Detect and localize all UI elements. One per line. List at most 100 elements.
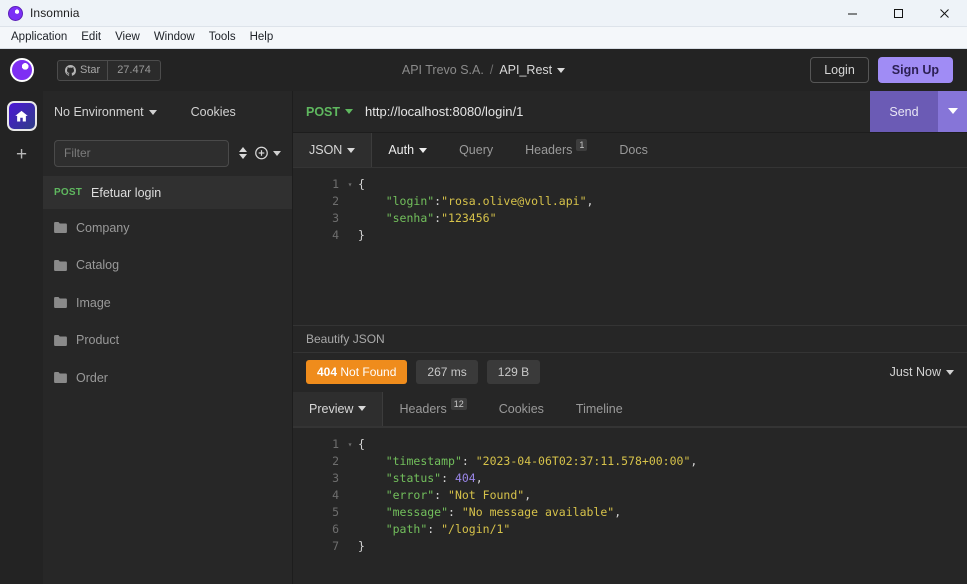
url-input[interactable]: http://localhost:8080/login/1 <box>353 91 870 132</box>
chevron-down-icon[interactable] <box>557 68 566 74</box>
github-star-button[interactable]: Star 27.474 <box>57 59 161 81</box>
line-number: 5 <box>332 504 339 519</box>
tab-auth[interactable]: Auth <box>372 133 443 167</box>
request-body-editor[interactable]: 1 ▾{2 "login":"rosa.olive@voll.api", 3 "se… <box>293 168 967 325</box>
response-body-viewer[interactable]: 1 ▾{2 "timestamp": "2023-04-06T02:37:11.5… <box>293 426 967 584</box>
plus-icon[interactable]: + <box>16 145 27 164</box>
line-number: 1 <box>332 436 339 451</box>
github-icon <box>65 64 76 76</box>
sidebar-folder-image[interactable]: Image <box>43 284 292 322</box>
fold-toggle-icon[interactable]: ▾ <box>345 436 355 453</box>
app-topbar-left: Star 27.474 <box>0 58 161 82</box>
search-input[interactable] <box>54 139 229 167</box>
sidebar-folder-product[interactable]: Product <box>43 322 292 360</box>
cookies-button[interactable]: Cookies <box>191 105 236 119</box>
minimize-icon[interactable] <box>829 0 875 27</box>
method-selector[interactable]: POST <box>293 91 354 132</box>
chevron-down-icon[interactable] <box>358 406 367 411</box>
sort-icon[interactable] <box>237 140 249 166</box>
line-number: 4 <box>332 228 339 242</box>
menu-item-tools[interactable]: Tools <box>202 29 243 47</box>
send-options-button[interactable] <box>938 91 967 132</box>
insomnia-logo-icon <box>9 58 34 82</box>
login-button[interactable]: Login <box>810 57 869 83</box>
tab-label: Headers <box>525 143 573 157</box>
tab-query[interactable]: Query <box>443 133 509 167</box>
tab-response-cookies[interactable]: Cookies <box>483 392 560 426</box>
menu-item-window[interactable]: Window <box>147 29 202 47</box>
code-text: "timestamp": "2023-04-06T02:37:11.578+00… <box>355 453 698 470</box>
menu-item-edit[interactable]: Edit <box>74 29 108 47</box>
code-text: "login":"rosa.olive@voll.api", <box>355 193 594 210</box>
menu-item-view[interactable]: View <box>108 29 147 47</box>
app-body: + No Environment Cookies Filter POST Efe… <box>0 91 967 584</box>
response-size[interactable]: 129 B <box>486 360 541 384</box>
sidebar-folder-label: Catalog <box>76 258 120 273</box>
code-text: "error": "Not Found", <box>355 487 531 504</box>
insomnia-app-window: Insomnia Application Edit View Window To… <box>0 0 967 584</box>
code-token: } <box>358 538 365 553</box>
close-icon[interactable] <box>921 0 967 27</box>
chevron-down-icon[interactable] <box>148 109 157 115</box>
response-code-line: 7} <box>293 538 967 555</box>
home-icon[interactable] <box>6 101 37 131</box>
beautify-json-button[interactable]: Beautify JSON <box>293 324 967 353</box>
sidebar-folder-catalog[interactable]: Catalog <box>43 247 292 285</box>
menu-item-help[interactable]: Help <box>243 29 281 47</box>
code-token: "login" <box>385 194 435 208</box>
tab-docs[interactable]: Docs <box>603 133 663 167</box>
plus-circle-glyph <box>255 146 268 160</box>
home-glyph <box>15 110 28 121</box>
app-topbar-right: Login Sign Up <box>810 57 967 83</box>
insomnia-logo-icon <box>8 5 23 21</box>
chevron-down-icon[interactable] <box>345 109 354 114</box>
tab-body-json[interactable]: JSON <box>293 133 373 167</box>
plus-circle-icon[interactable] <box>255 140 281 166</box>
list-item[interactable]: POST Efetuar login <box>43 176 292 209</box>
code-token: } <box>358 228 365 242</box>
line-number: 3 <box>332 470 339 485</box>
sidebar-folder-order[interactable]: Order <box>43 359 292 397</box>
code-token: "/login/1" <box>441 521 511 536</box>
sidebar-folder-company[interactable]: Company <box>43 209 292 247</box>
chevron-down-icon[interactable] <box>273 150 281 156</box>
line-number: 7 <box>332 538 339 553</box>
response-time[interactable]: 267 ms <box>416 360 478 384</box>
code-token: "message" <box>385 504 449 519</box>
maximize-icon[interactable] <box>875 0 921 27</box>
chevron-down-icon[interactable] <box>347 147 356 153</box>
breadcrumb-current[interactable]: API_Rest <box>499 63 566 77</box>
signup-button[interactable]: Sign Up <box>877 57 953 83</box>
status-badge[interactable]: 404 Not Found <box>306 360 408 384</box>
line-number: 1 <box>332 177 339 191</box>
tab-timeline[interactable]: Timeline <box>560 392 639 426</box>
chevron-down-icon[interactable] <box>946 369 954 375</box>
tab-preview[interactable]: Preview <box>293 391 384 426</box>
code-text: } <box>355 227 365 244</box>
line-number: 4 <box>332 487 339 502</box>
send-button[interactable]: Send <box>870 91 938 132</box>
menu-item-application[interactable]: Application <box>4 29 74 47</box>
code-token: : <box>427 521 442 536</box>
tab-headers[interactable]: Headers 1 <box>509 133 603 167</box>
environment-selector[interactable]: No Environment <box>54 105 157 119</box>
chevron-down-icon[interactable] <box>419 147 428 153</box>
breadcrumb-current-label: API_Rest <box>499 63 553 77</box>
breadcrumb-workspace[interactable]: API Trevo S.A. <box>402 63 484 77</box>
fold-toggle-icon[interactable]: ▾ <box>345 176 355 193</box>
tab-label: Query <box>459 143 494 157</box>
tab-response-headers[interactable]: Headers 12 <box>383 392 482 426</box>
code-token: "2023-04-06T02:37:11.578+00:00" <box>475 453 691 468</box>
method-label: POST <box>306 104 341 119</box>
response-tabbar: Preview Headers 12 Cookies Timeline <box>293 391 967 427</box>
github-star-label: Star <box>80 64 101 76</box>
code-token: "status" <box>385 470 442 485</box>
response-timestamp-label: Just Now <box>889 365 941 379</box>
response-timestamp-selector[interactable]: Just Now <box>890 365 954 379</box>
code-text: "status": 404, <box>355 470 483 487</box>
